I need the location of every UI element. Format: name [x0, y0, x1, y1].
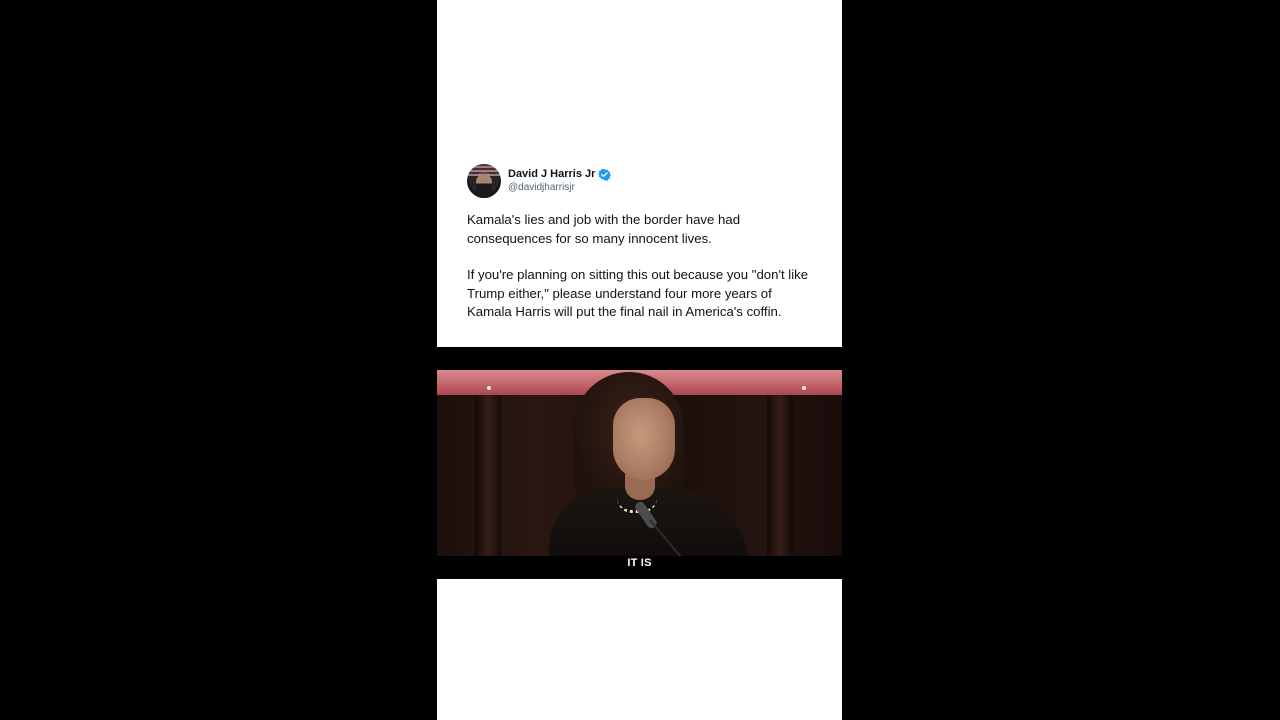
tweet-header: David J Harris Jr @davidjharrisjr [467, 163, 612, 199]
video-caption: IT IS [627, 557, 652, 569]
author-handle[interactable]: @davidjharrisjr [508, 181, 611, 195]
tweet-text: Kamala's lies and job with the border ha… [467, 211, 817, 322]
banner-grommet [487, 386, 491, 390]
verified-badge-icon [598, 168, 612, 181]
avatar[interactable] [467, 164, 501, 198]
embedded-video[interactable]: IT IS [437, 347, 842, 579]
author-name-row: David J Harris Jr [508, 167, 612, 181]
shorts-frame: David J Harris Jr @davidjharrisjr Kamala… [437, 0, 842, 720]
curtain-fold [475, 395, 501, 556]
speaker-face [613, 398, 675, 480]
tweet-paragraph: If you're planning on sitting this out b… [467, 267, 809, 319]
avatar-person-silhouette [476, 174, 492, 198]
tweet-paragraph: Kamala's lies and job with the border ha… [467, 212, 741, 246]
video-frame [437, 370, 842, 556]
curtain-fold [767, 395, 793, 556]
author-info: David J Harris Jr @davidjharrisjr [508, 167, 612, 195]
banner-grommet [802, 386, 806, 390]
author-name[interactable]: David J Harris Jr [508, 167, 595, 181]
